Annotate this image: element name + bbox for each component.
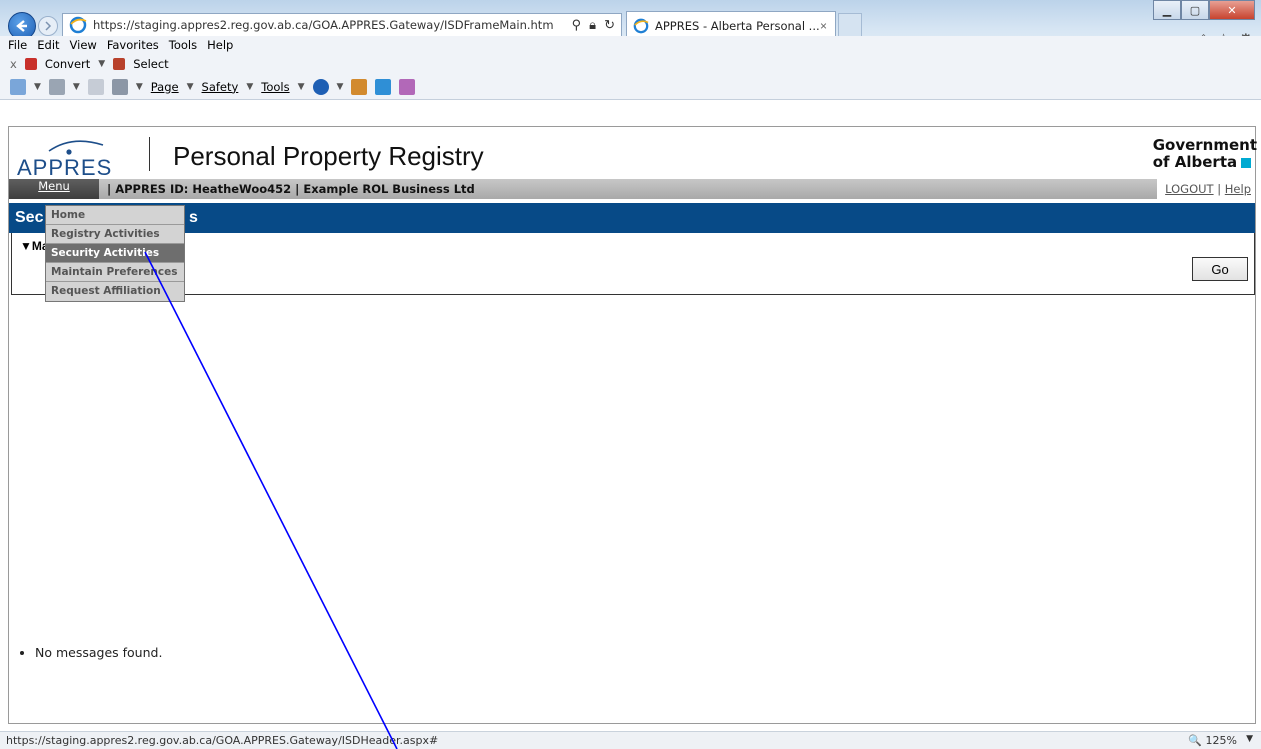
arrow-right-icon (45, 21, 52, 31)
gov-logo-square (1241, 157, 1252, 168)
forward-button[interactable] (38, 16, 58, 36)
address-bar-icons: ⚲ 🔒︎ ↻ (572, 17, 615, 33)
section-title: Sec (15, 209, 44, 226)
menu-favorites[interactable]: Favorites (107, 38, 159, 52)
page-content: APPRES Personal Property Registry Govern… (8, 126, 1257, 724)
menu-dropdown: Home Registry Activities Security Activi… (45, 205, 185, 302)
maximize-button[interactable]: ▢ (1181, 0, 1209, 20)
page-menu[interactable]: Page (151, 80, 179, 94)
zoom-level[interactable]: 🔍 125% (1188, 734, 1237, 747)
tab-title: APPRES - Alberta Personal ... (655, 18, 820, 33)
close-tab-icon[interactable]: × (820, 19, 827, 33)
home-icon[interactable] (10, 78, 26, 95)
onenote-send-icon[interactable] (399, 78, 416, 95)
help-icon[interactable] (312, 78, 329, 95)
user-bar: Menu | APPRES ID: HeatheWoo452 | Example… (9, 179, 1255, 199)
mail-icon[interactable] (87, 78, 104, 95)
close-toolbar-icon[interactable]: x (10, 57, 17, 71)
address-bar[interactable]: https://staging.appres2.reg.gov.ab.ca/GO… (62, 13, 622, 37)
section-title-tail: s (189, 209, 198, 226)
chevron-down-icon[interactable]: ▼ (246, 82, 253, 92)
convert-button[interactable]: Convert (45, 57, 90, 71)
arrow-left-icon (16, 20, 27, 32)
safety-menu[interactable]: Safety (202, 80, 239, 94)
government-of-alberta-logo: Government of Alberta (1153, 137, 1257, 171)
browser-tab[interactable]: APPRES - Alberta Personal ... × (626, 11, 836, 39)
appres-id-label: | APPRES ID: HeatheWoo452 | Example ROL … (107, 182, 475, 196)
select-pdf-icon (113, 58, 126, 70)
page-title: Personal Property Registry (173, 141, 484, 171)
browser-toolbar: https://staging.appres2.reg.gov.ab.ca/GO… (0, 0, 1261, 49)
message-item: No messages found. (35, 645, 162, 660)
chevron-down-icon[interactable]: ▼ (187, 82, 194, 92)
chevron-down-icon[interactable]: ▼ (98, 59, 105, 69)
menu-view[interactable]: View (70, 38, 97, 52)
section-title-bar: Sec s (9, 203, 1255, 233)
menu-tools[interactable]: Tools (169, 38, 197, 52)
browser-menubar: File Edit View Favorites Tools Help (0, 36, 1261, 54)
feeds-icon[interactable] (48, 78, 65, 95)
appres-logo-text: APPRES (17, 155, 113, 180)
appres-logo: APPRES (17, 137, 133, 180)
page-header: APPRES Personal Property Registry Govern… (9, 127, 1257, 180)
dropdown-item-request-affiliation[interactable]: Request Affiliation (46, 282, 184, 301)
window-controls: ▁ ▢ ✕ (1153, 0, 1255, 20)
chevron-down-icon[interactable]: ▼ (298, 82, 305, 92)
menu-file[interactable]: File (8, 38, 27, 52)
lync-icon[interactable] (375, 78, 392, 95)
convert-pdf-icon (24, 58, 37, 70)
url-text: https://staging.appres2.reg.gov.ab.ca/GO… (93, 18, 554, 32)
dropdown-item-security-activities[interactable]: Security Activities (46, 244, 184, 263)
search-icon[interactable]: ⚲ (572, 17, 582, 33)
command-bar-2: ▼ ▼ ▼ Page ▼ Safety ▼ Tools ▼ ▼ (0, 74, 1261, 100)
dropdown-item-home[interactable]: Home (46, 206, 184, 225)
ie-icon (633, 18, 649, 33)
gov-logo-line1: Government (1152, 136, 1257, 154)
chevron-down-icon[interactable]: ▼ (73, 82, 80, 92)
menu-label: Menu (38, 179, 70, 193)
tools-menu[interactable]: Tools (261, 80, 289, 94)
minimize-button[interactable]: ▁ (1153, 0, 1181, 20)
link-separator: | (1217, 182, 1222, 196)
section-panel: ▼Maent Go (11, 233, 1255, 295)
print-icon[interactable] (111, 78, 128, 95)
command-bar-1: x Convert ▼ Select (0, 54, 1261, 74)
header-divider (149, 137, 150, 171)
dropdown-item-registry-activities[interactable]: Registry Activities (46, 225, 184, 244)
menu-button[interactable]: Menu (9, 179, 99, 199)
chevron-down-icon[interactable]: ▼ (34, 82, 41, 92)
lock-icon[interactable]: 🔒︎ (589, 17, 596, 33)
user-links: LOGOUT | Help (1157, 179, 1255, 199)
chevron-down-icon[interactable]: ▼ (1246, 734, 1253, 744)
chevron-down-icon[interactable]: ▼ (337, 82, 344, 92)
onenote-icon[interactable] (351, 78, 368, 95)
menu-help[interactable]: Help (207, 38, 233, 52)
status-url: https://staging.appres2.reg.gov.ab.ca/GO… (6, 734, 439, 747)
select-button[interactable]: Select (133, 57, 168, 71)
menu-edit[interactable]: Edit (37, 38, 59, 52)
go-button[interactable]: Go (1192, 257, 1248, 281)
gov-logo-line2: of Alberta (1152, 153, 1238, 171)
status-bar: https://staging.appres2.reg.gov.ab.ca/GO… (0, 731, 1261, 749)
dropdown-item-maintain-preferences[interactable]: Maintain Preferences (46, 263, 184, 282)
messages-list: No messages found. (35, 645, 162, 660)
ie-icon (69, 16, 87, 34)
help-link[interactable]: Help (1225, 182, 1251, 196)
refresh-icon[interactable]: ↻ (604, 17, 615, 33)
appres-swoosh-icon (48, 140, 104, 155)
close-window-button[interactable]: ✕ (1209, 0, 1255, 20)
chevron-down-icon[interactable]: ▼ (136, 82, 143, 92)
logout-link[interactable]: LOGOUT (1165, 182, 1213, 196)
